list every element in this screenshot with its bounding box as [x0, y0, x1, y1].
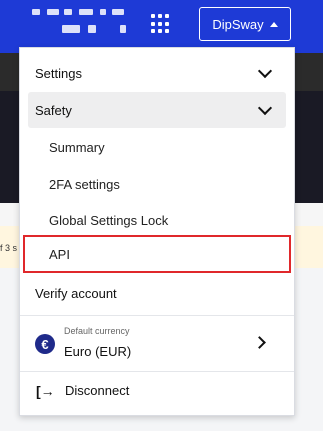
menu-safety[interactable]: Safety	[20, 92, 294, 128]
menu-settings-label: Settings	[35, 65, 82, 81]
menu-item-api[interactable]: API	[20, 237, 294, 271]
currency-value: Euro (EUR)	[64, 344, 132, 359]
chevron-down-icon	[257, 63, 273, 79]
menu-verify-label: Verify account	[35, 285, 117, 301]
notice-fragment-text: f 3 s	[0, 243, 18, 253]
divider	[20, 315, 294, 316]
menu-verify-account[interactable]: Verify account	[20, 276, 294, 310]
logo[interactable]	[32, 9, 132, 39]
account-dropdown: Settings Safety Summary 2FA settings Glo…	[19, 47, 295, 416]
menu-item-global-lock[interactable]: Global Settings Lock	[20, 202, 294, 238]
menu-item-2fa[interactable]: 2FA settings	[20, 166, 294, 202]
account-menu-button[interactable]: DipSway	[199, 7, 291, 41]
caret-up-icon	[269, 21, 278, 27]
menu-item-summary[interactable]: Summary	[20, 129, 294, 165]
menu-settings[interactable]: Settings	[20, 59, 294, 87]
chevron-down-icon	[257, 100, 273, 116]
menu-disconnect-label: Disconnect	[65, 383, 130, 398]
account-menu-label: DipSway	[212, 16, 264, 32]
currency-caption: Default currency	[64, 326, 130, 336]
disconnect-icon: [→	[36, 383, 55, 399]
menu-item-label: API	[49, 246, 70, 262]
currency-symbol: €	[41, 336, 49, 352]
menu-item-label: Global Settings Lock	[49, 212, 169, 228]
euro-icon: €	[35, 334, 55, 354]
divider	[20, 371, 294, 372]
menu-safety-label: Safety	[35, 102, 72, 118]
grid-dots-icon[interactable]	[151, 14, 171, 34]
menu-item-label: 2FA settings	[49, 176, 120, 192]
menu-disconnect[interactable]	[20, 374, 294, 410]
top-header: DipSway	[0, 0, 323, 53]
menu-item-label: Summary	[49, 139, 105, 155]
